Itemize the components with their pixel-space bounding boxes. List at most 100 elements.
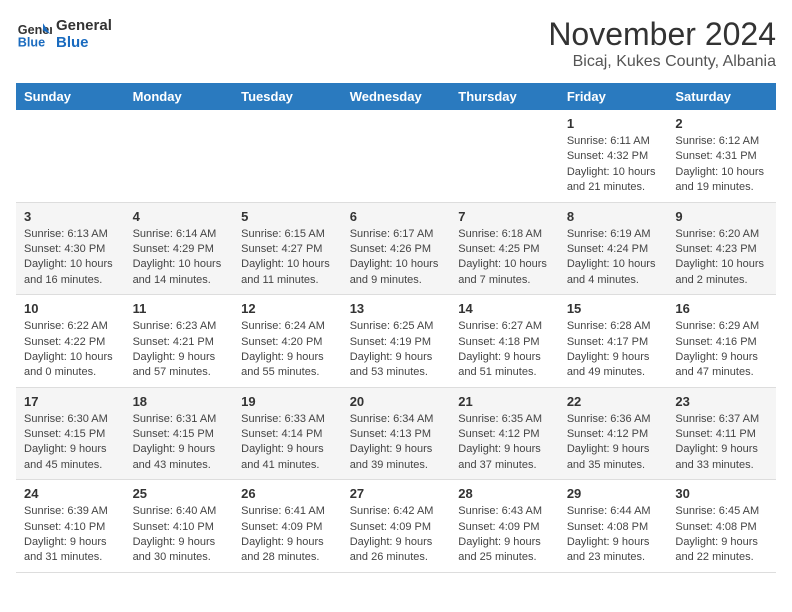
day-number: 30 xyxy=(675,486,768,501)
day-info: Sunrise: 6:30 AM Sunset: 4:15 PM Dayligh… xyxy=(24,412,117,474)
day-cell: 4Sunrise: 6:14 AM Sunset: 4:29 PM Daylig… xyxy=(125,202,234,295)
day-info: Sunrise: 6:41 AM Sunset: 4:09 PM Dayligh… xyxy=(241,504,334,566)
day-number: 29 xyxy=(567,486,660,501)
day-cell: 15Sunrise: 6:28 AM Sunset: 4:17 PM Dayli… xyxy=(559,295,668,388)
day-cell: 8Sunrise: 6:19 AM Sunset: 4:24 PM Daylig… xyxy=(559,202,668,295)
day-number: 6 xyxy=(350,209,443,224)
day-number: 22 xyxy=(567,394,660,409)
week-row-1: 1 Sunrise: 6:11 AM Sunset: 4:32 PM Daylig… xyxy=(16,110,776,202)
day-info: Sunrise: 6:31 AM Sunset: 4:15 PM Dayligh… xyxy=(133,412,226,474)
day-cell: 11Sunrise: 6:23 AM Sunset: 4:21 PM Dayli… xyxy=(125,295,234,388)
day-cell: 20Sunrise: 6:34 AM Sunset: 4:13 PM Dayli… xyxy=(342,387,451,480)
day-cell: 5 Sunrise: 6:15 AM Sunset: 4:27 PM Daylig… xyxy=(233,202,342,295)
day-info: Sunrise: 6:44 AM Sunset: 4:08 PM Dayligh… xyxy=(567,504,660,566)
day-number: 26 xyxy=(241,486,334,501)
day-number: 23 xyxy=(675,394,768,409)
day-info: Sunrise: 6:40 AM Sunset: 4:10 PM Dayligh… xyxy=(133,504,226,566)
day-info: Sunrise: 6:24 AM Sunset: 4:20 PM Dayligh… xyxy=(241,319,334,381)
day-cell xyxy=(233,110,342,202)
col-tuesday: Tuesday xyxy=(233,83,342,110)
day-cell: 25Sunrise: 6:40 AM Sunset: 4:10 PM Dayli… xyxy=(125,480,234,573)
header-row: Sunday Monday Tuesday Wednesday Thursday… xyxy=(16,83,776,110)
day-number: 27 xyxy=(350,486,443,501)
day-info: Sunrise: 6:17 AM Sunset: 4:26 PM Dayligh… xyxy=(350,227,443,289)
day-number: 8 xyxy=(567,209,660,224)
day-cell: 6 Sunrise: 6:17 AM Sunset: 4:26 PM Daylig… xyxy=(342,202,451,295)
day-info: Sunrise: 6:42 AM Sunset: 4:09 PM Dayligh… xyxy=(350,504,443,566)
day-number: 16 xyxy=(675,301,768,316)
week-row-2: 3 Sunrise: 6:13 AM Sunset: 4:30 PM Daylig… xyxy=(16,202,776,295)
day-info: Sunrise: 6:12 AM Sunset: 4:31 PM Dayligh… xyxy=(675,134,768,196)
day-cell xyxy=(450,110,559,202)
day-cell: 22 Sunrise: 6:36 AM Sunset: 4:12 PM Dayli… xyxy=(559,387,668,480)
day-number: 13 xyxy=(350,301,443,316)
day-info: Sunrise: 6:45 AM Sunset: 4:08 PM Dayligh… xyxy=(675,504,768,566)
day-number: 20 xyxy=(350,394,443,409)
logo: General Blue General Blue xyxy=(16,16,112,52)
logo-icon: General Blue xyxy=(16,16,52,52)
day-info: Sunrise: 6:11 AM Sunset: 4:32 PM Dayligh… xyxy=(567,134,660,196)
day-cell: 28Sunrise: 6:43 AM Sunset: 4:09 PM Dayli… xyxy=(450,480,559,573)
day-number: 21 xyxy=(458,394,551,409)
day-info: Sunrise: 6:15 AM Sunset: 4:27 PM Dayligh… xyxy=(241,227,334,289)
week-row-3: 10Sunrise: 6:22 AM Sunset: 4:22 PM Dayli… xyxy=(16,295,776,388)
day-cell: 24 Sunrise: 6:39 AM Sunset: 4:10 PM Dayli… xyxy=(16,480,125,573)
col-sunday: Sunday xyxy=(16,83,125,110)
day-cell: 29 Sunrise: 6:44 AM Sunset: 4:08 PM Dayli… xyxy=(559,480,668,573)
day-info: Sunrise: 6:18 AM Sunset: 4:25 PM Dayligh… xyxy=(458,227,551,289)
svg-text:Blue: Blue xyxy=(18,36,45,50)
day-number: 17 xyxy=(24,394,117,409)
day-number: 12 xyxy=(241,301,334,316)
day-cell xyxy=(125,110,234,202)
logo-line1: General xyxy=(56,17,112,34)
day-number: 18 xyxy=(133,394,226,409)
col-thursday: Thursday xyxy=(450,83,559,110)
day-info: Sunrise: 6:14 AM Sunset: 4:29 PM Dayligh… xyxy=(133,227,226,289)
col-saturday: Saturday xyxy=(667,83,776,110)
calendar-body: 1 Sunrise: 6:11 AM Sunset: 4:32 PM Daylig… xyxy=(16,110,776,572)
location-title: Bicaj, Kukes County, Albania xyxy=(548,53,776,71)
month-title: November 2024 xyxy=(548,16,776,53)
day-cell: 3 Sunrise: 6:13 AM Sunset: 4:30 PM Daylig… xyxy=(16,202,125,295)
day-number: 7 xyxy=(458,209,551,224)
day-info: Sunrise: 6:20 AM Sunset: 4:23 PM Dayligh… xyxy=(675,227,768,289)
day-number: 11 xyxy=(133,301,226,316)
col-monday: Monday xyxy=(125,83,234,110)
day-cell: 23 Sunrise: 6:37 AM Sunset: 4:11 PM Dayli… xyxy=(667,387,776,480)
day-cell xyxy=(16,110,125,202)
day-number: 9 xyxy=(675,209,768,224)
day-number: 19 xyxy=(241,394,334,409)
day-cell: 18 Sunrise: 6:31 AM Sunset: 4:15 PM Dayli… xyxy=(125,387,234,480)
day-cell: 10Sunrise: 6:22 AM Sunset: 4:22 PM Dayli… xyxy=(16,295,125,388)
day-number: 5 xyxy=(241,209,334,224)
day-cell: 7 Sunrise: 6:18 AM Sunset: 4:25 PM Daylig… xyxy=(450,202,559,295)
calendar-header: Sunday Monday Tuesday Wednesday Thursday… xyxy=(16,83,776,110)
day-info: Sunrise: 6:25 AM Sunset: 4:19 PM Dayligh… xyxy=(350,319,443,381)
day-info: Sunrise: 6:13 AM Sunset: 4:30 PM Dayligh… xyxy=(24,227,117,289)
day-info: Sunrise: 6:33 AM Sunset: 4:14 PM Dayligh… xyxy=(241,412,334,474)
day-cell: 9 Sunrise: 6:20 AM Sunset: 4:23 PM Daylig… xyxy=(667,202,776,295)
day-cell: 21Sunrise: 6:35 AM Sunset: 4:12 PM Dayli… xyxy=(450,387,559,480)
day-cell: 26 Sunrise: 6:41 AM Sunset: 4:09 PM Dayli… xyxy=(233,480,342,573)
day-cell: 19 Sunrise: 6:33 AM Sunset: 4:14 PM Dayli… xyxy=(233,387,342,480)
calendar-table: Sunday Monday Tuesday Wednesday Thursday… xyxy=(16,83,776,573)
col-wednesday: Wednesday xyxy=(342,83,451,110)
day-info: Sunrise: 6:39 AM Sunset: 4:10 PM Dayligh… xyxy=(24,504,117,566)
day-number: 15 xyxy=(567,301,660,316)
day-info: Sunrise: 6:37 AM Sunset: 4:11 PM Dayligh… xyxy=(675,412,768,474)
title-area: November 2024 Bicaj, Kukes County, Alban… xyxy=(548,16,776,71)
header: General Blue General Blue November 2024 … xyxy=(16,16,776,71)
day-cell: 13 Sunrise: 6:25 AM Sunset: 4:19 PM Dayli… xyxy=(342,295,451,388)
day-info: Sunrise: 6:36 AM Sunset: 4:12 PM Dayligh… xyxy=(567,412,660,474)
day-number: 1 xyxy=(567,116,660,131)
day-cell: 1 Sunrise: 6:11 AM Sunset: 4:32 PM Daylig… xyxy=(559,110,668,202)
day-info: Sunrise: 6:27 AM Sunset: 4:18 PM Dayligh… xyxy=(458,319,551,381)
day-cell: 30 Sunrise: 6:45 AM Sunset: 4:08 PM Dayli… xyxy=(667,480,776,573)
day-cell: 27 Sunrise: 6:42 AM Sunset: 4:09 PM Dayli… xyxy=(342,480,451,573)
day-number: 24 xyxy=(24,486,117,501)
day-cell: 14Sunrise: 6:27 AM Sunset: 4:18 PM Dayli… xyxy=(450,295,559,388)
day-number: 2 xyxy=(675,116,768,131)
day-cell: 17 Sunrise: 6:30 AM Sunset: 4:15 PM Dayli… xyxy=(16,387,125,480)
day-number: 3 xyxy=(24,209,117,224)
logo-line2: Blue xyxy=(56,34,112,51)
